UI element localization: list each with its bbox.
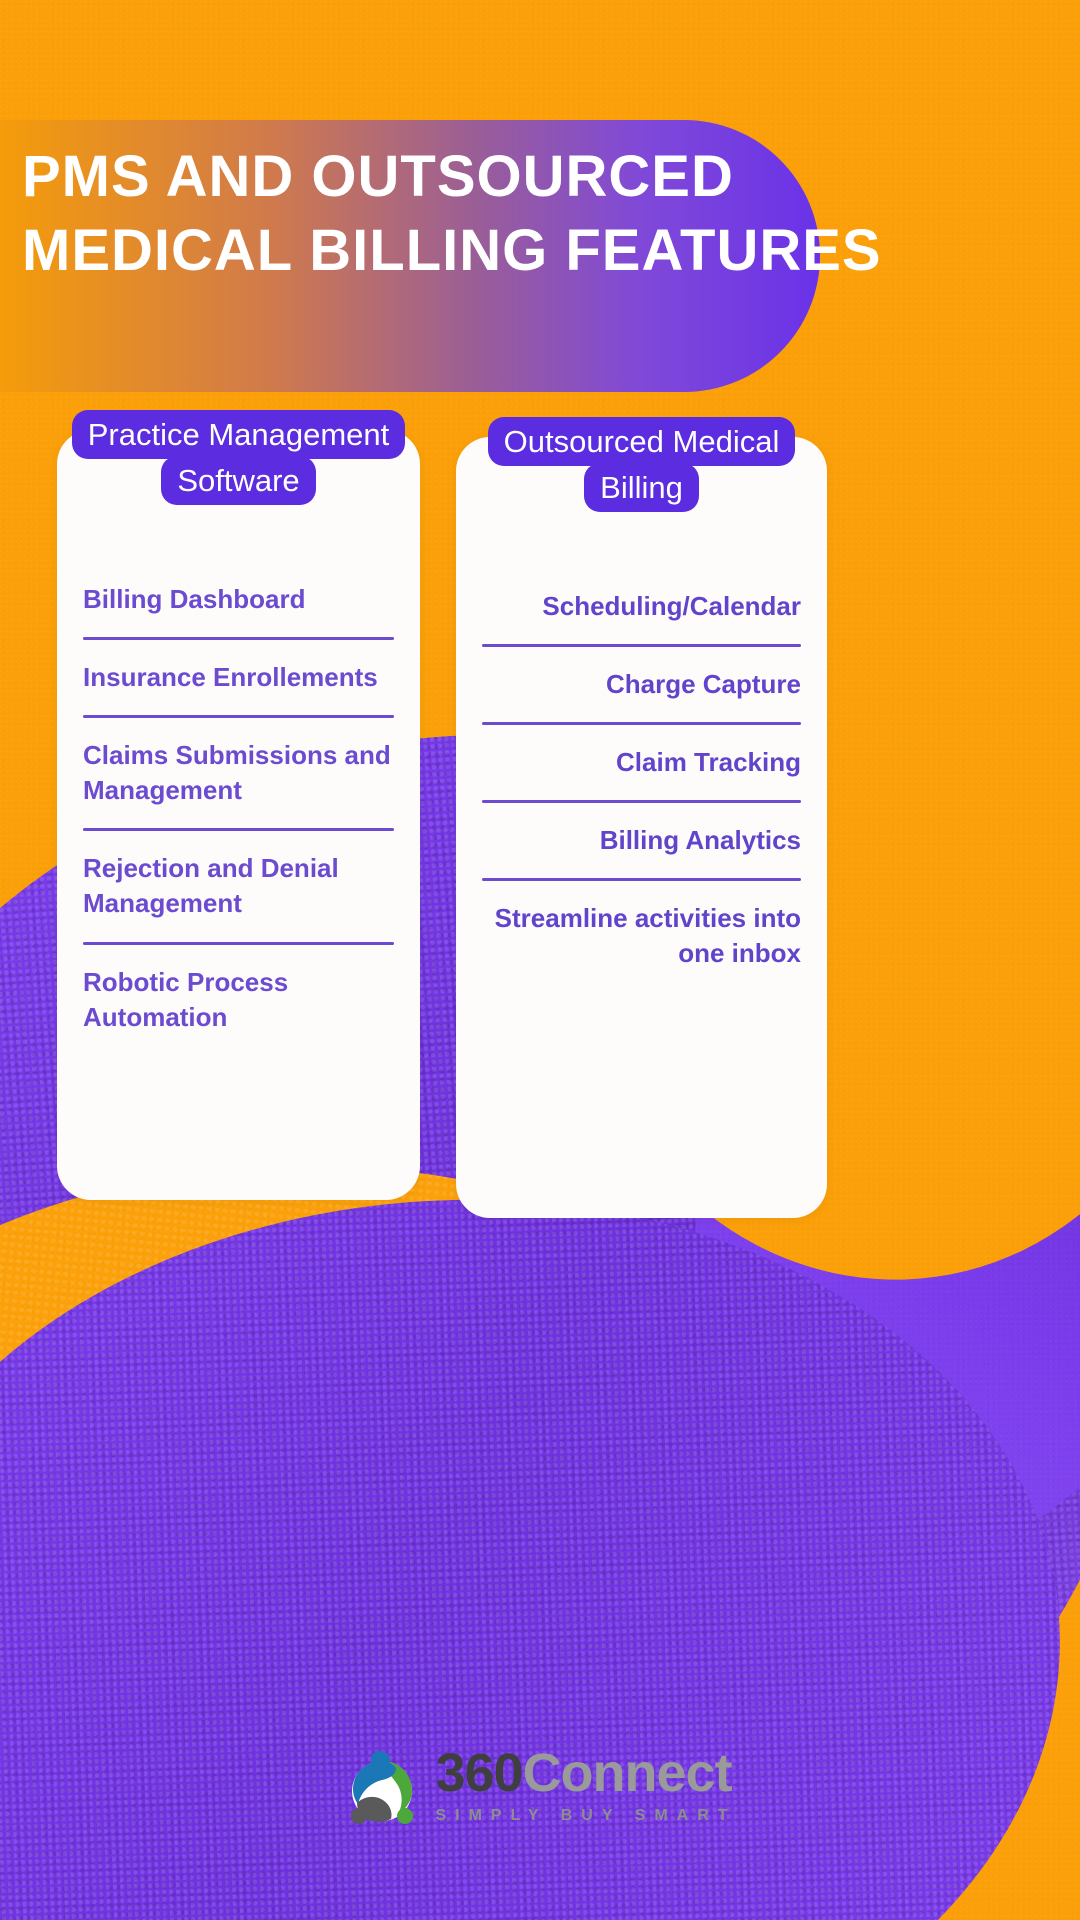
logo-brand-secondary: Connect xyxy=(522,1742,733,1803)
feature-divider xyxy=(482,878,801,882)
card-badge-wrapper-pms: Practice Management Software xyxy=(57,410,420,505)
360connect-logo-mark xyxy=(351,1751,414,1824)
logo-brand-primary: 360 xyxy=(435,1742,523,1803)
card-badge-wrapper-omb: Outsourced Medical Billing xyxy=(456,417,827,512)
feature-list-omb: Scheduling/Calendar Charge Capture Claim… xyxy=(456,577,827,982)
feature-item: Claim Tracking xyxy=(616,747,801,778)
logo-tagline: SIMPLY BUY SMART xyxy=(435,1806,737,1824)
card-outsourced-medical-billing[interactable]: Outsourced Medical Billing Scheduling/Ca… xyxy=(456,417,827,1218)
page-title: PMS AND OUTSOURCED MEDICAL BILLING FEATU… xyxy=(22,144,882,284)
feature-item: Billing Analytics xyxy=(599,825,801,856)
feature-divider xyxy=(482,644,801,648)
feature-item: Claims Submissions and Management xyxy=(83,740,391,806)
feature-divider xyxy=(482,800,801,804)
feature-item: Charge Capture xyxy=(605,669,801,700)
feature-divider xyxy=(83,715,394,719)
feature-divider xyxy=(83,637,394,641)
logo-row: 360Connect SIMPLY BUY SMART xyxy=(343,1743,736,1827)
brand-logo[interactable]: 360Connect SIMPLY BUY SMART xyxy=(0,1743,1080,1832)
logo-text-block: 360Connect SIMPLY BUY SMART xyxy=(435,1746,736,1825)
feature-item: Scheduling/Calendar xyxy=(542,591,801,621)
feature-divider xyxy=(482,722,801,726)
feature-divider xyxy=(83,828,394,832)
feature-divider xyxy=(83,941,394,945)
feature-list-pms: Billing Dashboard Insurance Enrollements… xyxy=(57,570,420,1045)
feature-item: Streamline activities into one inbox xyxy=(494,903,801,969)
feature-item: Insurance Enrollements xyxy=(83,662,378,693)
feature-item: Rejection and Denial Management xyxy=(83,853,339,919)
card-badge-omb: Outsourced Medical Billing xyxy=(487,417,796,512)
feature-item: Billing Dashboard xyxy=(83,584,306,614)
card-practice-management-software[interactable]: Practice Management Software Billing Das… xyxy=(57,410,420,1200)
card-badge-pms: Practice Management Software xyxy=(71,410,406,505)
feature-item: Robotic Process Automation xyxy=(83,966,289,1032)
logo-wordmark: 360Connect xyxy=(435,1746,736,1800)
